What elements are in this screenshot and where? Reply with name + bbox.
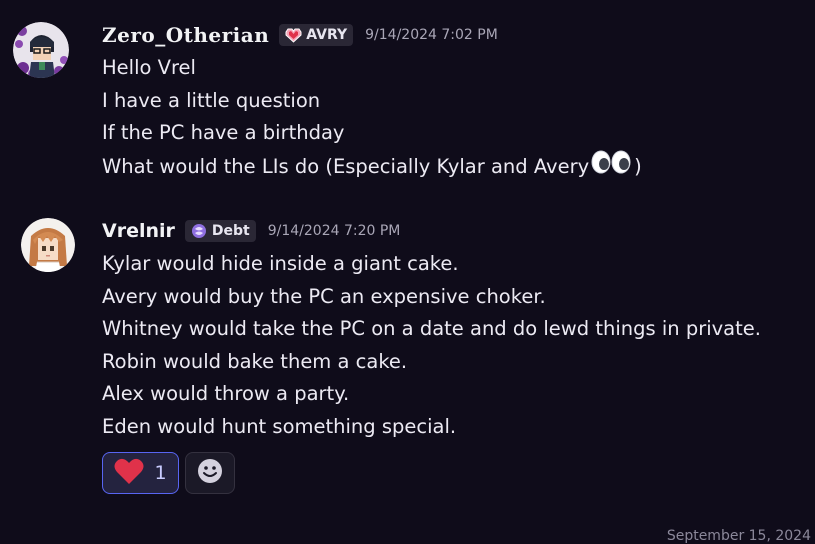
- message-line: Eden would hunt something special.: [102, 414, 457, 438]
- date-divider: September 15, 2024: [666, 528, 811, 544]
- user-tag-label: AVRY: [306, 27, 348, 43]
- pixel-heart-icon: [284, 27, 302, 43]
- message-line-with-emoji: What would the LIs do (Especially Kylar …: [102, 150, 805, 185]
- message-content: Kylar would hide inside a giant cake. Av…: [102, 248, 805, 444]
- message-line: If the PC have a birthday: [102, 121, 345, 145]
- reaction-count: 1: [154, 462, 167, 484]
- reaction-heart[interactable]: 1: [102, 452, 179, 494]
- reactions-bar: 1: [102, 452, 235, 494]
- add-reaction-button[interactable]: [185, 452, 235, 494]
- message-line: Whitney would take the PC on a date and …: [102, 317, 761, 341]
- message-header: Vrelnir Debt 9/14/2024 7:20 PM: [102, 218, 400, 244]
- message-text: ): [634, 154, 642, 178]
- message-line: Alex would throw a party.: [102, 382, 350, 406]
- message-line: Hello Vrel: [102, 56, 196, 79]
- avatar[interactable]: [21, 218, 75, 272]
- message-line: I have a little question: [102, 88, 321, 112]
- username[interactable]: Zero_Otherian: [102, 23, 269, 47]
- message-content: Hello Vrel I have a little question If t…: [102, 52, 805, 184]
- user-tag-label: Debt: [211, 223, 250, 239]
- smiley-icon: [197, 458, 223, 488]
- avatar[interactable]: [13, 22, 69, 78]
- user-tag[interactable]: Debt: [184, 220, 256, 242]
- message-header: Zero_Otherian AVRY 9/14/2024 7:02 PM: [102, 22, 498, 48]
- message-text: What would the LIs do (Especially Kylar …: [102, 154, 590, 178]
- eyes-emoji[interactable]: [591, 150, 631, 185]
- timestamp[interactable]: 9/14/2024 7:02 PM: [365, 27, 498, 43]
- heart-emoji: [114, 458, 144, 489]
- swirl-badge-icon: [190, 223, 208, 239]
- username[interactable]: Vrelnir: [102, 220, 175, 242]
- message-line: Kylar would hide inside a giant cake.: [102, 252, 459, 275]
- timestamp[interactable]: 9/14/2024 7:20 PM: [268, 223, 401, 239]
- user-tag[interactable]: AVRY: [279, 24, 354, 46]
- message-line: Avery would buy the PC an expensive chok…: [102, 284, 546, 308]
- message-line: Robin would bake them a cake.: [102, 349, 408, 373]
